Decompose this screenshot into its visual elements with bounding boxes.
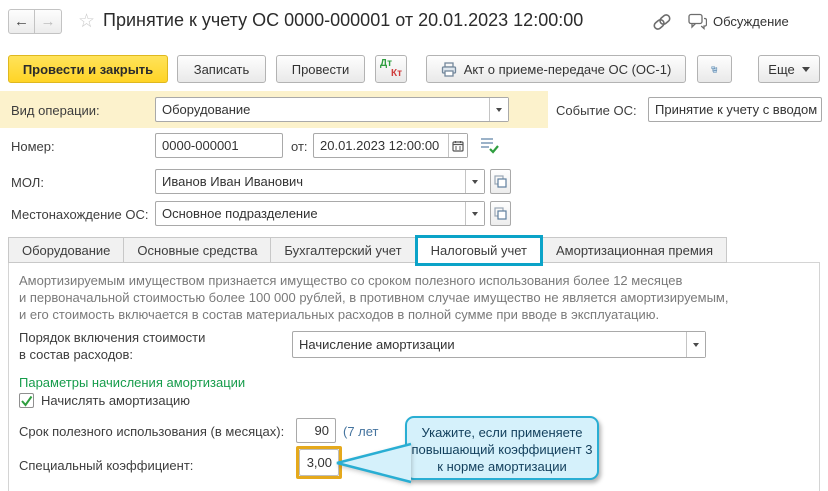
dropdown-arrow-icon[interactable]	[465, 170, 484, 193]
discussion-label: Обсуждение	[713, 14, 789, 29]
calendar-icon[interactable]	[448, 134, 467, 157]
tab-depreciation-bonus[interactable]: Амортизационная премия	[541, 237, 728, 263]
forward-button[interactable]: →	[35, 9, 62, 34]
speech-bubble-icon	[688, 13, 707, 30]
accrue-depreciation-label: Начислять амортизацию	[41, 393, 191, 408]
date-input[interactable]: 20.01.2023 12:00:00	[313, 133, 468, 158]
depreciation-section-header: Параметры начисления амортизации	[19, 375, 246, 390]
document-window: ← → ☆ Принятие к учету ОС 0000-000001 от…	[0, 0, 828, 491]
location-select[interactable]: Основное подразделение	[155, 201, 485, 226]
copy-link-icon[interactable]	[652, 13, 672, 34]
mol-select[interactable]: Иванов Иван Иванович	[155, 169, 485, 194]
nav-buttons: ← →	[8, 9, 62, 34]
include-order-select[interactable]: Начисление амортизации	[292, 331, 706, 358]
date-from-label: от:	[291, 139, 308, 154]
os-event-label: Событие ОС:	[556, 103, 637, 118]
callout-tail	[336, 442, 412, 484]
checkmark-icon	[21, 395, 33, 407]
include-order-label: Порядок включения стоимости в состав рас…	[19, 330, 206, 362]
os-event-input[interactable]: Принятие к учету с вводом	[648, 97, 822, 122]
operation-kind-select[interactable]: Оборудование	[155, 97, 509, 122]
dropdown-arrow-icon[interactable]	[489, 98, 508, 121]
discussion-button[interactable]: Обсуждение	[688, 13, 789, 30]
location-label: Местонахождение ОС:	[11, 207, 149, 222]
act-print-label: Акт о приеме-передаче ОС (ОС-1)	[463, 61, 672, 77]
mol-open-button[interactable]	[490, 169, 511, 194]
page-title: Принятие к учету ОС 0000-000001 от 20.01…	[103, 10, 584, 30]
tab-fixed-assets[interactable]: Основные средства	[123, 237, 272, 263]
open-form-icon	[494, 207, 507, 220]
more-button[interactable]: Еще	[758, 55, 820, 83]
useful-life-hint: (7 лет	[343, 424, 379, 439]
tab-strip: Оборудование Основные средства Бухгалтер…	[8, 235, 728, 266]
number-label: Номер:	[11, 139, 55, 154]
save-button[interactable]: Записать	[177, 55, 266, 83]
info-text: Амортизируемым имуществом признается иму…	[19, 273, 729, 322]
special-coefficient-input[interactable]: 3,00	[299, 449, 339, 476]
arrow-left-icon: ←	[14, 13, 29, 30]
document-structure-button[interactable]	[697, 55, 732, 83]
set-posting-time-icon[interactable]	[479, 136, 499, 157]
useful-life-label: Срок полезного использования (в месяцах)…	[19, 424, 285, 439]
dropdown-arrow-icon[interactable]	[465, 202, 484, 225]
number-input[interactable]: 0000-000001	[155, 133, 283, 158]
printer-icon	[441, 61, 456, 77]
back-button[interactable]: ←	[8, 9, 35, 34]
accrue-depreciation-checkbox[interactable]	[19, 393, 34, 408]
callout-bubble: Укажите, если применяете повышающий коэф…	[405, 416, 599, 480]
special-coefficient-label: Специальный коэффициент:	[19, 458, 194, 473]
open-form-icon	[494, 175, 507, 188]
operation-kind-label: Вид операции:	[11, 103, 100, 118]
location-open-button[interactable]	[490, 201, 511, 226]
arrow-right-icon: →	[40, 13, 56, 30]
dropdown-arrow-icon[interactable]	[686, 332, 705, 357]
credit-label: Кт	[390, 68, 402, 79]
tab-equipment[interactable]: Оборудование	[8, 237, 125, 263]
post-button[interactable]: Провести	[276, 55, 365, 83]
tab-tax-accounting[interactable]: Налоговый учет	[414, 235, 543, 266]
tab-accounting[interactable]: Бухгалтерский учет	[270, 237, 416, 263]
dt-kt-button[interactable]: Дт Кт	[375, 55, 407, 83]
chevron-down-icon	[801, 66, 810, 72]
favorite-star-icon[interactable]: ☆	[78, 10, 95, 33]
document-structure-icon	[711, 66, 718, 73]
mol-label: МОЛ:	[11, 175, 44, 190]
more-label: Еще	[768, 61, 795, 77]
act-print-button[interactable]: Акт о приеме-передаче ОС (ОС-1)	[426, 55, 686, 83]
useful-life-input[interactable]: 90	[296, 418, 336, 443]
post-and-close-button[interactable]: Провести и закрыть	[8, 55, 168, 83]
